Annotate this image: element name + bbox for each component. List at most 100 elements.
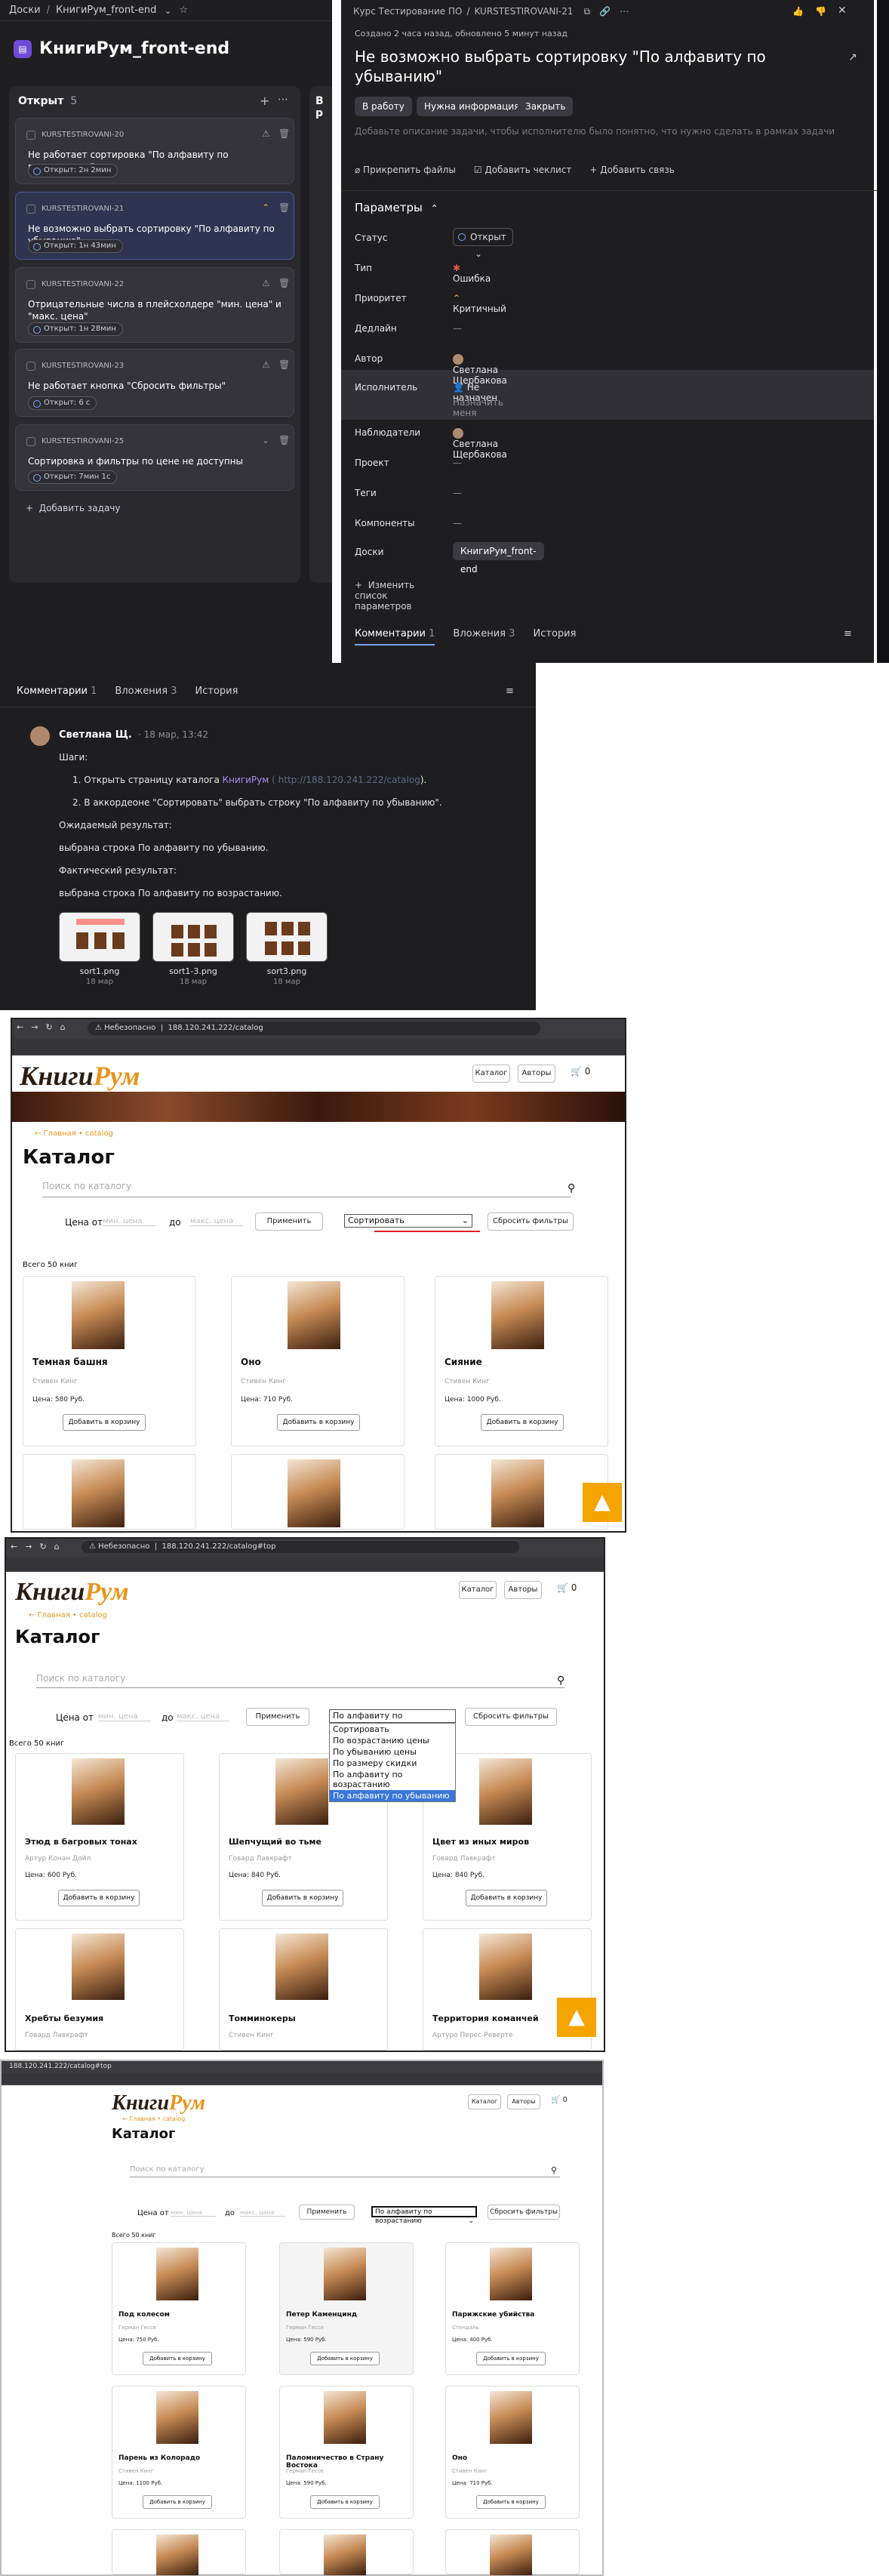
card-checkbox[interactable] [26, 280, 35, 289]
nav-authors[interactable]: Авторы [504, 1581, 542, 1599]
thumbs-down-icon[interactable]: 👎 [815, 6, 826, 17]
reset-filters-button[interactable]: Сбросить фильтры [488, 1213, 574, 1231]
task-card[interactable]: KURSTESTIROVANI-25 ⌄ 🗑 Сортировка и филь… [15, 424, 294, 491]
book-card[interactable]: Этюд в багровых тонах Артур Конан Дойл Ц… [15, 1753, 184, 1921]
close-icon[interactable]: ✕ [838, 5, 847, 17]
add-to-cart-button[interactable]: Добавить в корзину [310, 2352, 380, 2365]
sort-option[interactable]: По убыванию цены [330, 1746, 455, 1758]
attachment[interactable]: sort1-3.png 18 мар [152, 912, 234, 986]
book-card[interactable] [445, 2529, 580, 2575]
sort-option[interactable]: Сортировать [330, 1724, 455, 1735]
add-checklist-link[interactable]: ☑ Добавить чеклист [474, 165, 572, 175]
book-title[interactable]: Хребты безумия [25, 2014, 103, 2023]
book-card[interactable]: Оно Стивен Кинг Цена: 710 Руб. Добавить … [445, 2386, 580, 2519]
sort-icon[interactable]: ≡ [844, 628, 852, 639]
sort-icon[interactable]: ≡ [506, 686, 514, 697]
add-link-link[interactable]: + Добавить связь [589, 165, 674, 175]
back-icon[interactable]: ← [17, 1022, 23, 1032]
attachment[interactable]: sort1.png 18 мар [59, 912, 140, 986]
trash-icon[interactable]: 🗑 [278, 202, 290, 213]
search-input[interactable]: Поиск по каталогу [36, 1673, 564, 1688]
site-logo[interactable]: КнигиРум [112, 2090, 205, 2115]
add-to-cart-button[interactable]: Добавить в корзину [476, 2495, 546, 2509]
book-title[interactable]: Цвет из иных миров [432, 1837, 529, 1847]
url-text[interactable]: 188.120.241.222/catalog#top [9, 2063, 112, 2070]
trash-icon[interactable]: 🗑 [278, 128, 290, 139]
breadcrumb[interactable]: ← Главная • catalog [122, 2115, 185, 2122]
book-card[interactable]: Темная башня Стивен Кинг Цена: 580 Руб. … [23, 1276, 196, 1447]
nav-catalog[interactable]: Каталог [472, 1065, 510, 1083]
reset-filters-button[interactable]: Сбросить фильтры [465, 1708, 557, 1726]
book-title[interactable]: Оно [241, 1357, 261, 1367]
book-card[interactable]: Томминокеры Стивен Кинг [219, 1928, 388, 2051]
cart-button[interactable]: 🛒 0 [571, 1066, 590, 1077]
back-icon[interactable]: ← [11, 1542, 17, 1551]
task-card[interactable]: KURSTESTIROVANI-20 ⚠ 🗑 Не работает сорти… [15, 118, 294, 184]
board-chip[interactable]: КнигиРум_front-end [453, 542, 544, 575]
watchers-value[interactable]: Светлана Щербакова [453, 427, 507, 460]
tab-attachments[interactable]: Вложения 3 [115, 686, 177, 697]
book-title[interactable]: Петер Каменцинд [286, 2311, 357, 2319]
min-price-input[interactable]: мин. цена [103, 1217, 155, 1226]
task-card-selected[interactable]: KURSTESTIROVANI-21 ⌃ 🗑 Не возможно выбра… [15, 192, 294, 260]
add-to-cart-button[interactable]: Добавить в корзину [481, 1414, 564, 1431]
site-logo[interactable]: КнигиРум [15, 1576, 129, 1607]
nav-authors[interactable]: Авторы [518, 1065, 555, 1083]
copy-icon[interactable]: ⧉ [584, 6, 591, 17]
book-title[interactable]: Оно [452, 2454, 467, 2462]
site-link[interactable]: КнигиРум [223, 775, 269, 785]
attachment[interactable]: sort3.png 18 мар [246, 912, 328, 986]
open-external-icon[interactable]: ↗ [848, 51, 857, 63]
star-icon[interactable]: ☆ [179, 5, 188, 16]
search-input[interactable]: Поиск по каталогу [130, 2165, 560, 2177]
max-price-input[interactable]: макс. цена [190, 1217, 243, 1226]
min-price-input[interactable]: мин. цена [171, 2209, 216, 2217]
trash-icon[interactable]: 🗑 [278, 359, 290, 370]
forward-icon[interactable]: → [31, 1022, 38, 1032]
card-checkbox[interactable] [26, 362, 35, 371]
action-close-button[interactable]: Закрыть [518, 97, 574, 116]
max-price-input[interactable]: макс. цена [177, 1712, 229, 1721]
cart-button[interactable]: 🛒 0 [557, 1582, 577, 1593]
breadcrumb[interactable]: ← Главная • catalog [29, 1611, 107, 1619]
thumbs-up-icon[interactable]: 👍 [792, 6, 804, 17]
max-price-input[interactable]: макс. цена [240, 2209, 285, 2217]
tags-value[interactable]: — [453, 488, 462, 498]
scrollbar[interactable] [877, 0, 889, 663]
breadcrumb[interactable]: ← Главная • catalog [35, 1129, 113, 1138]
reset-filters-button[interactable]: Сбросить фильтры [488, 2205, 560, 2220]
sort-option-highlighted[interactable]: По алфавиту по убыванию [330, 1790, 455, 1801]
search-input[interactable]: Поиск по каталогу [42, 1181, 571, 1197]
book-card[interactable] [279, 2529, 414, 2575]
deadline-value[interactable]: — [453, 323, 462, 334]
comment-author[interactable]: Светлана Щ. [59, 729, 132, 741]
scroll-top-button[interactable]: ▲ [557, 1998, 596, 2037]
add-to-cart-button[interactable]: Добавить в корзину [466, 1890, 547, 1906]
add-to-cart-button[interactable]: Добавить в корзину [63, 1414, 146, 1431]
issue-queue-link[interactable]: Курс Тестирование ПО [353, 6, 462, 17]
sort-option[interactable]: По возрастанию цены [330, 1735, 455, 1746]
home-icon[interactable]: ⌂ [54, 1542, 60, 1551]
sort-select[interactable]: По алфавиту по возрастанию ⌄ [371, 2206, 477, 2225]
sort-option[interactable]: По размеру скидки [330, 1758, 455, 1769]
priority-value[interactable]: ⌃ Критичный [453, 293, 506, 314]
trash-icon[interactable]: 🗑 [278, 278, 290, 288]
book-card[interactable]: Паломничество в Страну Востока Герман Ге… [279, 2386, 414, 2519]
book-card[interactable]: Сияние Стивен Кинг Цена: 1000 Руб. Добав… [435, 1276, 608, 1447]
trash-icon[interactable]: 🗑 [278, 435, 290, 445]
add-to-cart-button[interactable]: Добавить в корзину [277, 1414, 360, 1431]
book-card[interactable]: Под колесом Герман Гессе Цена: 750 Руб. … [112, 2242, 246, 2375]
attach-files-link[interactable]: ⌀ Прикрепить файлы [355, 165, 456, 175]
book-card[interactable]: Парень из Колорадо Стивен Кинг Цена: 110… [112, 2386, 246, 2519]
add-to-cart-button[interactable]: Добавить в корзину [58, 1890, 140, 1906]
add-to-cart-button[interactable]: Добавить в корзину [143, 2352, 212, 2365]
apply-button[interactable]: Применить [299, 2205, 355, 2220]
book-card[interactable] [231, 1454, 405, 1530]
book-card[interactable] [112, 2529, 246, 2575]
nav-catalog[interactable]: Каталог [468, 2094, 501, 2109]
type-value[interactable]: ✱ Ошибка [453, 263, 491, 284]
scroll-top-button[interactable]: ▲ [583, 1483, 622, 1522]
task-card[interactable]: KURSTESTIROVANI-22 ⚠ 🗑 Отрицательные чис… [15, 267, 294, 343]
params-header[interactable]: Параметры ⌃ [355, 201, 438, 214]
book-title[interactable]: Парижские убийства [452, 2311, 534, 2319]
